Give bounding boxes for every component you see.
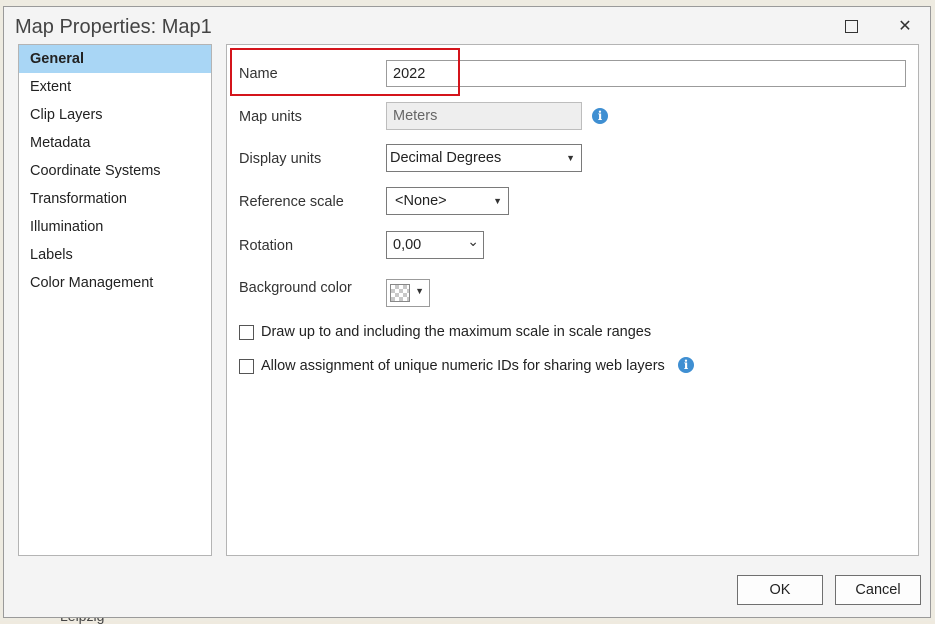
dropdown-arrow-icon: ▼ [415, 286, 424, 296]
background-color-label: Background color [239, 280, 352, 296]
unique-ids-info-icon[interactable]: i [678, 357, 694, 373]
dropdown-arrow-icon: ▼ [566, 153, 575, 163]
max-scale-option[interactable]: Draw up to and including the maximum sca… [239, 324, 651, 340]
nav-item-general[interactable]: General [19, 45, 211, 73]
ok-button[interactable]: OK [737, 575, 823, 605]
maximize-button[interactable] [836, 13, 866, 39]
cancel-button[interactable]: Cancel [835, 575, 921, 605]
nav-item-color-management[interactable]: Color Management [19, 269, 211, 297]
nav-item-extent[interactable]: Extent [19, 73, 211, 101]
rotation-combobox[interactable]: 0,00 ⌄ [386, 231, 484, 259]
name-input[interactable] [386, 60, 906, 87]
max-scale-checkbox[interactable] [239, 324, 254, 340]
background-color-picker[interactable]: ▼ [386, 279, 430, 307]
close-button[interactable]: ✕ [890, 13, 920, 39]
unique-ids-checkbox-label: Allow assignment of unique numeric IDs f… [261, 358, 665, 374]
rotation-value: 0,00 [393, 237, 422, 253]
chevron-down-icon: ⌄ [467, 233, 479, 249]
max-scale-checkbox-label: Draw up to and including the maximum sca… [261, 324, 652, 340]
maximize-icon [844, 19, 858, 33]
nav-item-labels[interactable]: Labels [19, 241, 211, 269]
display-units-label: Display units [239, 151, 322, 167]
map-properties-dialog: Map Properties: Map1 ✕ General Extent Cl… [3, 6, 931, 618]
rotation-label: Rotation [239, 238, 294, 254]
nav-item-coordinate-systems[interactable]: Coordinate Systems [19, 157, 211, 185]
reference-scale-value: <None> [395, 193, 447, 209]
display-units-value: Decimal Degrees [390, 150, 502, 166]
general-panel: Name Map units Meters i Display units De… [226, 44, 919, 556]
nav-item-illumination[interactable]: Illumination [19, 213, 211, 241]
dialog-title: Map Properties: Map1 [15, 16, 212, 38]
nav-item-clip-layers[interactable]: Clip Layers [19, 101, 211, 129]
unique-ids-checkbox[interactable] [239, 358, 254, 374]
unique-ids-option[interactable]: Allow assignment of unique numeric IDs f… [239, 358, 665, 374]
reference-scale-dropdown[interactable]: <None> ▼ [386, 187, 509, 215]
reference-scale-label: Reference scale [239, 194, 344, 210]
dropdown-arrow-icon: ▼ [493, 196, 502, 206]
display-units-dropdown[interactable]: Decimal Degrees ▼ [386, 144, 582, 172]
transparent-swatch-icon [390, 284, 410, 302]
nav-item-metadata[interactable]: Metadata [19, 129, 211, 157]
name-label: Name [239, 66, 278, 82]
close-icon: ✕ [898, 18, 912, 35]
map-units-info-icon[interactable]: i [592, 108, 608, 124]
map-units-label: Map units [239, 109, 302, 125]
nav-item-transformation[interactable]: Transformation [19, 185, 211, 213]
properties-nav: General Extent Clip Layers Metadata Coor… [18, 44, 212, 556]
map-units-field: Meters [386, 102, 582, 130]
